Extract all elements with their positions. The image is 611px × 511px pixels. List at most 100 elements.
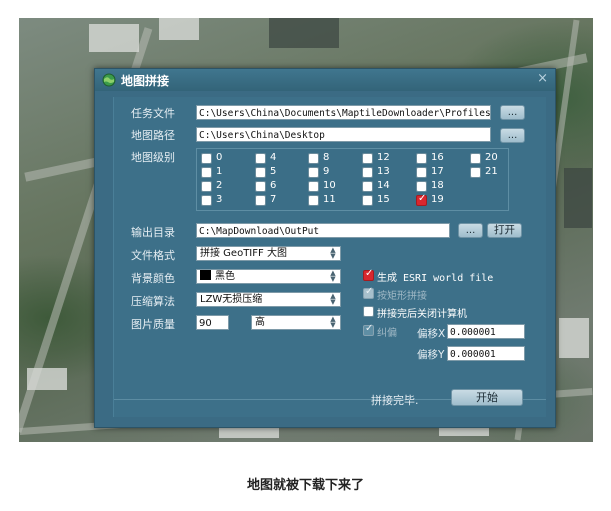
- output-dir-browse-button[interactable]: ...: [458, 223, 483, 238]
- level-14-option[interactable]: 14: [362, 180, 412, 194]
- rectify-label: 纠偏: [377, 328, 397, 339]
- level-13-option[interactable]: 13: [362, 166, 412, 180]
- open-folder-button[interactable]: 打开: [487, 223, 522, 238]
- level-number: 7: [270, 194, 277, 205]
- shutdown-checkbox[interactable]: [363, 306, 374, 317]
- level-number: 15: [377, 194, 390, 205]
- level-number: 10: [323, 180, 336, 191]
- task-file-browse-button[interactable]: ...: [500, 105, 525, 120]
- rectify-checkbox[interactable]: [363, 323, 374, 336]
- level-number: 11: [323, 194, 336, 205]
- level-checkbox[interactable]: [308, 153, 319, 164]
- level-number: 5: [270, 166, 277, 177]
- level-checkbox[interactable]: [362, 195, 373, 206]
- status-text: 拼接完毕.: [371, 394, 419, 407]
- level-number: 13: [377, 166, 390, 177]
- dialog-titlebar[interactable]: 地图拼接 ×: [95, 69, 555, 91]
- level-checkbox[interactable]: [416, 153, 427, 164]
- mosaic-dialog: 地图拼接 × 任务文件 C:\Users\China\Documents\Map…: [94, 68, 556, 428]
- level-number: 4: [270, 152, 277, 163]
- close-icon[interactable]: ×: [537, 71, 548, 86]
- level-20-option[interactable]: 20: [470, 152, 520, 166]
- level-number: 19: [431, 194, 444, 205]
- level-checkbox[interactable]: [416, 167, 427, 178]
- level-2-option[interactable]: 2: [201, 180, 251, 194]
- task-file-label: 任务文件: [131, 107, 175, 120]
- level-number: 14: [377, 180, 390, 191]
- level-checkbox[interactable]: [201, 167, 212, 178]
- level-12-option[interactable]: 12: [362, 152, 412, 166]
- file-format-label: 文件格式: [131, 249, 175, 262]
- rect-stitch-label: 按矩形拼接: [377, 291, 427, 302]
- level-checkbox[interactable]: [255, 181, 266, 192]
- level-number: 8: [323, 152, 330, 163]
- map-path-field[interactable]: C:\Users\China\Desktop: [196, 127, 491, 142]
- level-number: 12: [377, 152, 390, 163]
- bg-color-select[interactable]: 黑色 ▲ ▼: [196, 269, 341, 284]
- level-number: 2: [216, 180, 223, 191]
- map-path-browse-button[interactable]: ...: [500, 128, 525, 143]
- task-file-field[interactable]: C:\Users\China\Documents\MaptileDownload…: [196, 105, 491, 120]
- level-number: 18: [431, 180, 444, 191]
- level-21-option[interactable]: 21: [470, 166, 520, 180]
- level-checkbox[interactable]: [201, 195, 212, 206]
- level-4-option[interactable]: 4: [255, 152, 305, 166]
- esri-world-file-label: 生成 ESRI world file: [377, 273, 494, 284]
- level-number: 16: [431, 152, 444, 163]
- spin-arrows-icon: ▲ ▼: [330, 315, 336, 329]
- start-button[interactable]: 开始: [451, 389, 523, 406]
- level-11-option[interactable]: 11: [308, 194, 358, 208]
- level-number: 20: [485, 152, 498, 163]
- level-checkbox[interactable]: [255, 153, 266, 164]
- image-caption: 地图就被下载下来了: [246, 478, 364, 493]
- level-checkbox[interactable]: [416, 181, 427, 192]
- map-building: [89, 24, 139, 52]
- level-9-option[interactable]: 9: [308, 166, 358, 180]
- compression-select[interactable]: LZW无损压缩 ▲ ▼: [196, 292, 341, 307]
- level-checkbox[interactable]: [416, 193, 427, 206]
- level-checkbox[interactable]: [201, 153, 212, 164]
- output-dir-label: 输出目录: [131, 226, 175, 239]
- level-number: 0: [216, 152, 223, 163]
- map-levels-grid: 0123456789101112131415161718192021: [196, 148, 509, 211]
- level-3-option[interactable]: 3: [201, 194, 251, 208]
- map-path-label: 地图路径: [131, 129, 175, 142]
- level-checkbox[interactable]: [362, 181, 373, 192]
- level-checkbox[interactable]: [255, 195, 266, 206]
- dialog-title: 地图拼接: [121, 74, 170, 88]
- level-number: 3: [216, 194, 223, 205]
- level-checkbox[interactable]: [308, 181, 319, 192]
- offset-y-label: 偏移Y: [417, 349, 445, 361]
- level-10-option[interactable]: 10: [308, 180, 358, 194]
- file-format-select[interactable]: 拼接 GeoTIFF 大图 ▲ ▼: [196, 246, 341, 261]
- level-17-option[interactable]: 17: [416, 166, 466, 180]
- level-6-option[interactable]: 6: [255, 180, 305, 194]
- output-dir-field[interactable]: C:\MapDownload\OutPut: [196, 223, 450, 238]
- bg-color-value: 黑色: [215, 271, 235, 282]
- quality-level-select[interactable]: 高 ▲ ▼: [251, 315, 341, 330]
- level-checkbox[interactable]: [308, 195, 319, 206]
- level-18-option[interactable]: 18: [416, 180, 466, 194]
- offset-x-input[interactable]: 0.000001: [447, 324, 525, 339]
- level-7-option[interactable]: 7: [255, 194, 305, 208]
- esri-world-file-checkbox[interactable]: [363, 268, 374, 281]
- level-5-option[interactable]: 5: [255, 166, 305, 180]
- level-checkbox[interactable]: [308, 167, 319, 178]
- level-checkbox[interactable]: [470, 167, 481, 178]
- level-16-option[interactable]: 16: [416, 152, 466, 166]
- level-checkbox[interactable]: [255, 167, 266, 178]
- level-checkbox[interactable]: [470, 153, 481, 164]
- spin-arrows-icon: ▲ ▼: [330, 292, 336, 306]
- quality-input[interactable]: 90: [196, 315, 229, 330]
- rect-stitch-checkbox[interactable]: [363, 286, 374, 299]
- level-1-option[interactable]: 1: [201, 166, 251, 180]
- level-15-option[interactable]: 15: [362, 194, 412, 208]
- level-checkbox[interactable]: [201, 181, 212, 192]
- level-19-option[interactable]: 19: [416, 193, 466, 208]
- level-0-option[interactable]: 0: [201, 152, 251, 166]
- level-checkbox[interactable]: [362, 167, 373, 178]
- level-8-option[interactable]: 8: [308, 152, 358, 166]
- level-checkbox[interactable]: [362, 153, 373, 164]
- offset-y-input[interactable]: 0.000001: [447, 346, 525, 361]
- map-building: [27, 368, 67, 390]
